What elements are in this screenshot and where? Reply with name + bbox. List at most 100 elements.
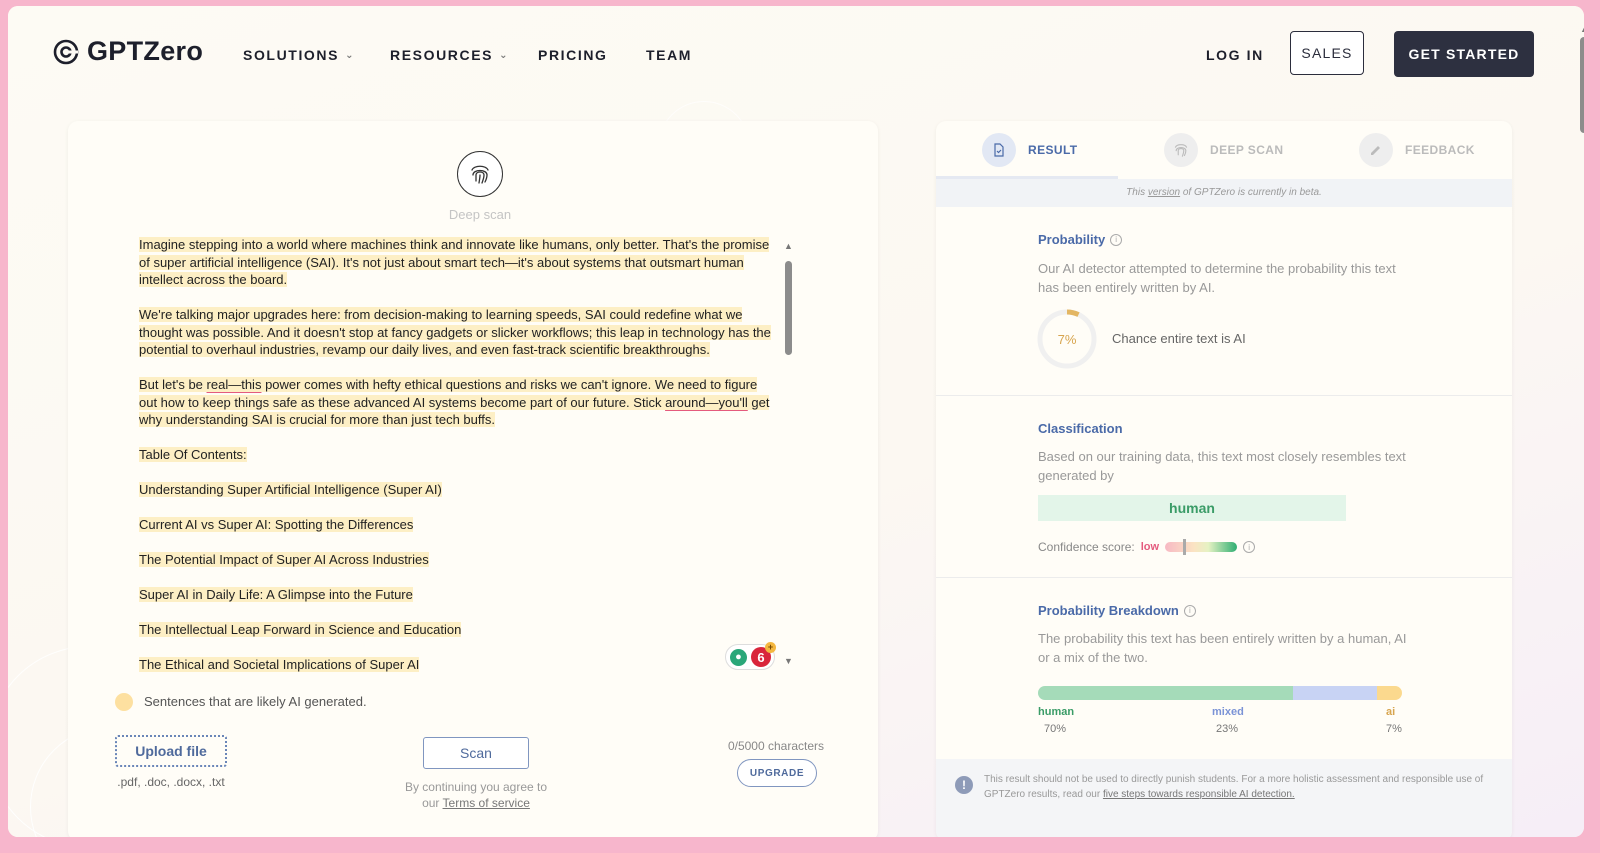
text-input-card: Deep scan Imagine stepping into a world … bbox=[68, 121, 878, 837]
responsible-ai-link[interactable]: five steps towards responsible AI detect… bbox=[1103, 789, 1295, 800]
paragraph: Imagine stepping into a world where mach… bbox=[139, 236, 771, 289]
breakdown-label-mixed: mixed bbox=[1212, 706, 1244, 718]
suggestions-widget[interactable]: ● 6 + bbox=[725, 642, 776, 670]
beta-prefix: This bbox=[1126, 187, 1148, 198]
plus-icon: + bbox=[765, 642, 776, 653]
tab-result-label: RESULT bbox=[1028, 143, 1078, 157]
ai-legend-dot bbox=[115, 693, 133, 711]
info-icon[interactable]: i bbox=[1243, 541, 1256, 553]
suggestion-count: 6 bbox=[757, 649, 765, 665]
terms-notice: By continuing you agree to our Terms of … bbox=[398, 779, 554, 811]
breakdown-value-mixed: 23% bbox=[1216, 723, 1239, 735]
deep-scan-label: Deep scan bbox=[448, 207, 512, 222]
nav-team[interactable]: TEAM bbox=[646, 47, 692, 63]
top-navigation: GPTZero SOLUTIONS ⌄ RESOURCES ⌄ PRICING … bbox=[8, 6, 1584, 96]
paragraph: The Ethical and Societal Implications of… bbox=[139, 656, 771, 674]
tab-deep-scan-label: DEEP SCAN bbox=[1210, 143, 1284, 157]
logo-icon bbox=[53, 39, 79, 64]
nav-solutions[interactable]: SOLUTIONS ⌄ bbox=[243, 47, 355, 63]
text-editor[interactable]: Imagine stepping into a world where mach… bbox=[139, 236, 771, 691]
ai-highlight: The Potential Impact of Super AI Across … bbox=[139, 552, 429, 567]
page-scrollbar-horizontal[interactable]: ◀ ▶ bbox=[16, 835, 1578, 837]
nav-resources[interactable]: RESOURCES ⌄ bbox=[390, 47, 509, 63]
chevron-down-icon: ⌄ bbox=[345, 49, 356, 61]
get-started-button[interactable]: GET STARTED bbox=[1394, 31, 1534, 77]
probability-description: Our AI detector attempted to determine t… bbox=[1038, 261, 1396, 295]
browser-viewport: GPTZero SOLUTIONS ⌄ RESOURCES ⌄ PRICING … bbox=[8, 6, 1584, 837]
ai-highlight: But let's be real—this power comes with … bbox=[139, 377, 770, 427]
logo-text: GPTZero bbox=[87, 36, 204, 66]
scroll-left-arrow-icon[interactable]: ◀ bbox=[20, 835, 27, 837]
ai-legend-text: Sentences that are likely AI generated. bbox=[144, 694, 367, 709]
breakdown-segment-human bbox=[1038, 686, 1293, 700]
notice-text: This result should not be used to direct… bbox=[984, 772, 1484, 802]
tab-result[interactable]: RESULT bbox=[982, 133, 1078, 167]
breakdown-value-human: 70% bbox=[1044, 723, 1067, 735]
confidence-label: Confidence score: bbox=[1038, 540, 1135, 554]
result-panel: RESULT DEEP SCAN FEEDBACK This version o… bbox=[936, 121, 1512, 837]
upgrade-button[interactable]: UPGRADE bbox=[737, 759, 817, 787]
probability-title: Probability i bbox=[1038, 232, 1123, 247]
probability-caption: Chance entire text is AI bbox=[1112, 331, 1246, 346]
login-link[interactable]: LOG IN bbox=[1206, 47, 1264, 63]
paragraph: The Intellectual Leap Forward in Science… bbox=[139, 621, 771, 639]
terms-of-service-link[interactable]: Terms of service bbox=[443, 796, 530, 810]
fingerprint-icon bbox=[1164, 133, 1198, 167]
paragraph: Table Of Contents: bbox=[139, 446, 771, 464]
paragraph: But let's be real—this power comes with … bbox=[139, 376, 771, 429]
breakdown-label-ai: ai bbox=[1386, 706, 1396, 718]
scan-button[interactable]: Scan bbox=[423, 737, 529, 769]
editor-scrollbar[interactable]: ▲ ▼ bbox=[784, 241, 794, 671]
ai-highlight: Imagine stepping into a world where mach… bbox=[139, 237, 770, 287]
spelling-suggestion[interactable]: real—this bbox=[207, 377, 262, 392]
page-scrollbar-vertical[interactable]: ▲ bbox=[1578, 24, 1584, 830]
breakdown-title: Probability Breakdown i bbox=[1038, 603, 1196, 618]
breakdown-value-ai: 7% bbox=[1386, 723, 1402, 735]
classification-description: Based on our training data, this text mo… bbox=[1038, 449, 1406, 483]
tab-feedback[interactable]: FEEDBACK bbox=[1359, 133, 1475, 167]
scroll-up-arrow-icon[interactable]: ▲ bbox=[1580, 24, 1584, 34]
page-scroll-thumb-vertical[interactable] bbox=[1580, 37, 1584, 133]
beta-suffix: of GPTZero is currently in beta. bbox=[1180, 187, 1322, 198]
deep-scan-button[interactable] bbox=[457, 151, 503, 197]
ai-highlight: We're talking major upgrades here: from … bbox=[139, 307, 771, 357]
tab-deep-scan[interactable]: DEEP SCAN bbox=[1164, 133, 1283, 167]
character-count: 0/5000 characters bbox=[727, 739, 824, 753]
tab-feedback-label: FEEDBACK bbox=[1405, 143, 1475, 157]
probability-title-text: Probability bbox=[1038, 232, 1106, 247]
breakdown-section: Probability Breakdown i The probability … bbox=[936, 577, 1512, 759]
confidence-marker bbox=[1183, 539, 1187, 555]
classification-section: Classification Based on our training dat… bbox=[936, 395, 1512, 578]
confidence-score-row: Confidence score: low i bbox=[1038, 539, 1256, 555]
nav-resources-label: RESOURCES bbox=[390, 47, 494, 63]
lightbulb-icon: ● bbox=[730, 648, 747, 666]
nav-pricing[interactable]: PRICING bbox=[538, 47, 608, 63]
editor-scroll-thumb[interactable] bbox=[785, 261, 792, 355]
scroll-right-arrow-icon[interactable]: ▶ bbox=[1564, 835, 1571, 837]
probability-gauge: 7% bbox=[1036, 308, 1098, 370]
breakdown-description: The probability this text has been entir… bbox=[1038, 631, 1407, 665]
confidence-value: low bbox=[1140, 541, 1160, 553]
gptzero-logo[interactable]: GPTZero bbox=[53, 36, 203, 67]
breakdown-segment-mixed bbox=[1292, 686, 1377, 700]
version-link[interactable]: version bbox=[1148, 187, 1180, 198]
responsible-use-notice: ! This result should not be used to dire… bbox=[936, 759, 1512, 837]
paragraph: Super AI in Daily Life: A Glimpse into t… bbox=[139, 586, 771, 604]
chevron-down-icon: ⌄ bbox=[499, 49, 510, 61]
classification-label: human bbox=[1038, 495, 1346, 521]
ai-highlight: Understanding Super Artificial Intellige… bbox=[139, 482, 442, 497]
nav-solutions-label: SOLUTIONS bbox=[243, 47, 340, 63]
upload-file-button[interactable]: Upload file bbox=[115, 735, 227, 767]
ai-highlight: The Intellectual Leap Forward in Science… bbox=[139, 622, 462, 637]
info-icon[interactable]: i bbox=[1110, 233, 1123, 246]
sales-button[interactable]: SALES bbox=[1290, 31, 1364, 75]
ai-highlight: Super AI in Daily Life: A Glimpse into t… bbox=[139, 587, 413, 602]
pencil-icon bbox=[1359, 133, 1393, 167]
upload-file-types: .pdf, .doc, .docx, .txt bbox=[117, 775, 225, 789]
spelling-suggestion[interactable]: around—you'll bbox=[665, 395, 748, 410]
scroll-down-arrow-icon[interactable]: ▼ bbox=[784, 656, 793, 666]
scroll-up-arrow-icon[interactable]: ▲ bbox=[784, 241, 793, 251]
breakdown-bar bbox=[1038, 686, 1402, 700]
info-icon[interactable]: i bbox=[1183, 604, 1196, 617]
text-run: But let's be bbox=[139, 377, 207, 392]
